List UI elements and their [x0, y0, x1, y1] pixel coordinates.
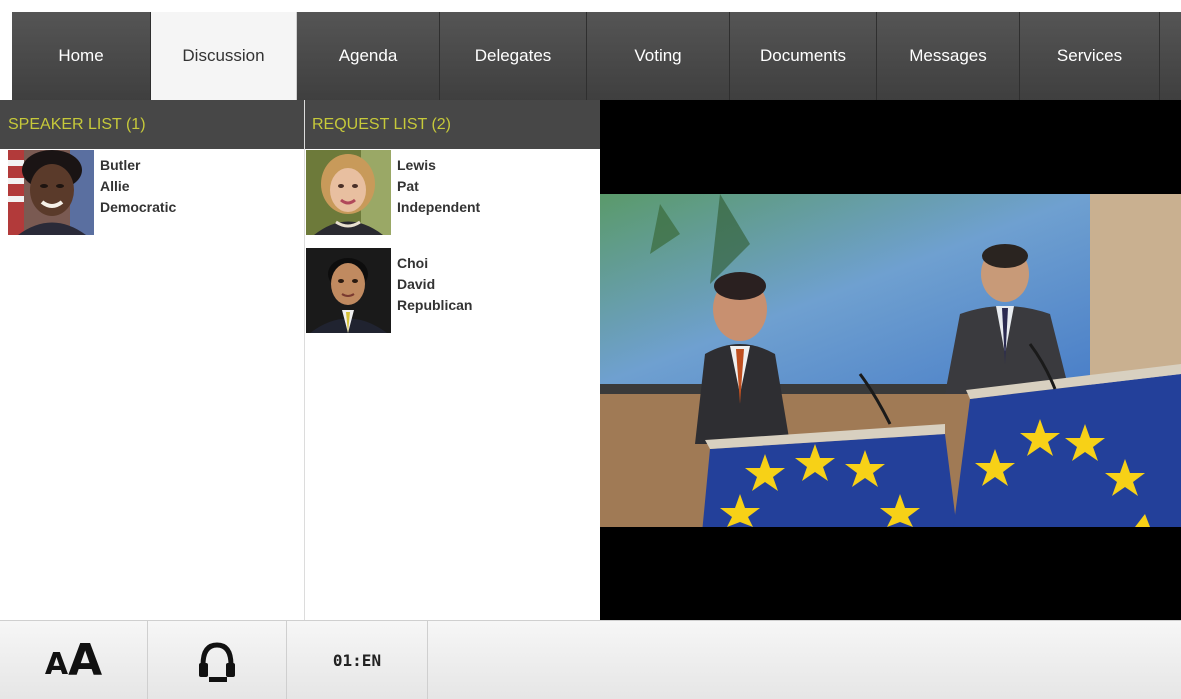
tab-delegates[interactable]: Delegates	[440, 12, 587, 100]
speaker-last-name: Butler	[100, 157, 141, 173]
request-item[interactable]: Choi David Republican	[305, 247, 600, 345]
tab-agenda[interactable]: Agenda	[297, 12, 440, 100]
headphones-icon	[199, 641, 235, 682]
bottom-toolbar: A A 01:EN	[0, 620, 1181, 699]
speaker-first-name: Allie	[100, 178, 130, 194]
tab-voting[interactable]: Voting	[587, 12, 730, 100]
language-channel-label: 01:EN	[332, 651, 382, 670]
request-details: Choi David Republican	[391, 247, 472, 345]
delegate-photo	[306, 248, 391, 333]
video-feed	[600, 100, 1181, 620]
top-navigation: Home Discussion Agenda Delegates Voting …	[12, 12, 1181, 100]
request-last-name: Lewis	[397, 157, 436, 173]
speaker-party: Democratic	[100, 199, 177, 215]
speaker-list-panel: SPEAKER LIST (1) Butler Allie Democratic	[0, 100, 304, 620]
request-first-name: Pat	[397, 178, 419, 194]
speaker-list-header: SPEAKER LIST (1)	[0, 100, 304, 149]
request-list-header: REQUEST LIST (2)	[305, 100, 600, 149]
delegate-photo	[306, 150, 391, 235]
request-item[interactable]: Lewis Pat Independent	[305, 149, 600, 247]
request-details: Lewis Pat Independent	[391, 149, 480, 247]
tab-home[interactable]: Home	[12, 12, 151, 100]
request-party: Republican	[397, 297, 473, 313]
font-size-big-glyph: A	[68, 634, 103, 686]
request-last-name: Choi	[397, 255, 429, 271]
font-size-small-glyph: A	[44, 646, 69, 682]
tab-discussion[interactable]: Discussion	[151, 12, 297, 100]
conference-video-frame	[600, 194, 1181, 527]
tab-documents[interactable]: Documents	[730, 12, 877, 100]
tab-services[interactable]: Services	[1020, 12, 1160, 100]
headphones-button[interactable]	[148, 621, 287, 699]
speaker-details: Butler Allie Democratic	[94, 149, 176, 247]
tab-messages[interactable]: Messages	[877, 12, 1020, 100]
tab-overflow[interactable]	[1160, 12, 1181, 100]
delegate-photo	[8, 150, 94, 235]
font-size-icon: A A	[44, 634, 103, 686]
font-size-button[interactable]: A A	[0, 621, 148, 699]
request-party: Independent	[397, 199, 481, 215]
language-channel-button[interactable]: 01:EN	[287, 621, 428, 699]
speaker-item[interactable]: Butler Allie Democratic	[0, 149, 304, 247]
request-first-name: David	[397, 276, 436, 292]
request-list-panel: REQUEST LIST (2) Lewis Pat Independent C…	[304, 100, 600, 620]
